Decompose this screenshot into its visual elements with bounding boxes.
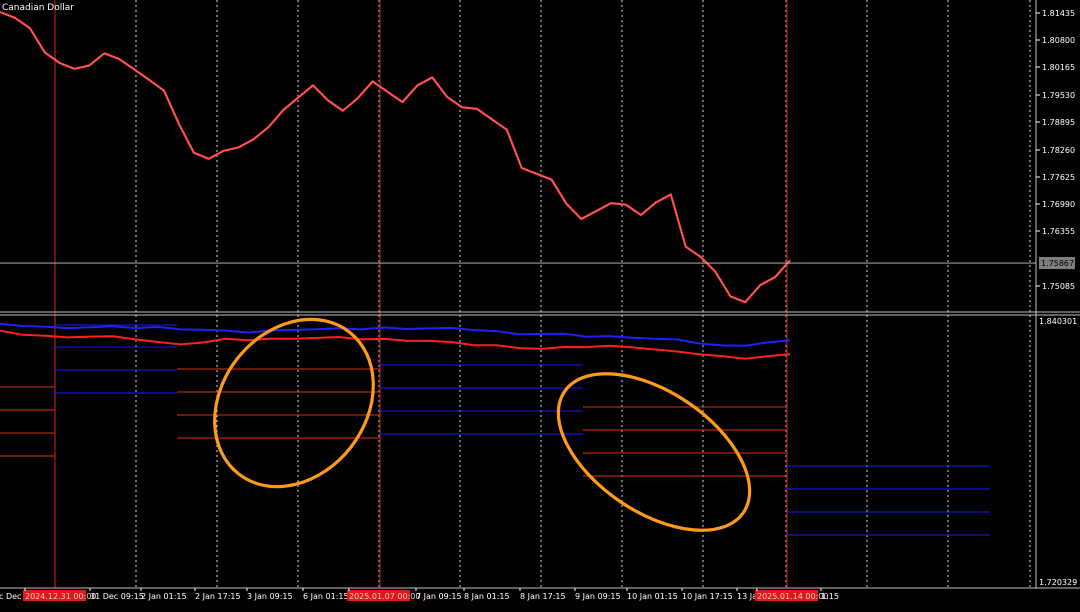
price-tick-label: 1.78895 xyxy=(1042,118,1075,127)
price-tick-label: 1.77625 xyxy=(1042,173,1075,182)
indicator-min-label: 1.720329 xyxy=(1039,578,1077,587)
time-label-highlighted: 2024.12.31 00:00 xyxy=(25,592,96,601)
chart-window: 1.81435 1.80800 1.80165 1.79530 1.78895 1.782… xyxy=(0,0,1080,608)
time-label-highlighted: 2025.01.07 00:00 xyxy=(349,592,420,601)
price-tick-label: 1.80165 xyxy=(1042,63,1075,72)
chart-background xyxy=(0,0,1080,608)
current-price-label: 1.75867 xyxy=(1041,259,1074,268)
price-tick-label: 1.75085 xyxy=(1042,282,1075,291)
time-label: 10 Jan 17:15 xyxy=(682,592,733,601)
indicator-max-label: 1.840301 xyxy=(1039,317,1077,326)
time-label-highlighted: 2025.01.14 00:00 xyxy=(757,592,828,601)
time-label: 2 Jan 01:15 xyxy=(141,592,187,601)
symbol-label: Canadian Dollar xyxy=(2,3,74,13)
time-label: 9 Jan 09:15 xyxy=(575,592,621,601)
price-tick-label: 1.81435 xyxy=(1042,9,1075,18)
chart-canvas[interactable]: 1.81435 1.80800 1.80165 1.79530 1.78895 1.782… xyxy=(0,0,1080,608)
time-label: 7 Jan 09:15 xyxy=(416,592,462,601)
time-label: 13 Ja xyxy=(737,592,757,601)
price-tick-label: 1.76355 xyxy=(1042,227,1075,236)
time-label: 8 Jan 01:15 xyxy=(464,592,510,601)
time-label: 2 Jan 17:15 xyxy=(195,592,241,601)
time-label: 8 Jan 17:15 xyxy=(520,592,566,601)
price-tick-label: 1.78260 xyxy=(1042,146,1075,155)
price-tick-label: 1.79530 xyxy=(1042,91,1075,100)
time-label: 6 Jan 01:15 xyxy=(303,592,349,601)
time-label: 1:15 xyxy=(821,592,839,601)
price-tick-label: 1.76990 xyxy=(1042,200,1075,209)
time-label: 3 Jan 09:15 xyxy=(247,592,293,601)
price-tick-label: 1.80800 xyxy=(1042,36,1075,45)
time-label: 10 Jan 01:15 xyxy=(627,592,678,601)
time-label: 31 Dec 09:15 xyxy=(90,592,144,601)
